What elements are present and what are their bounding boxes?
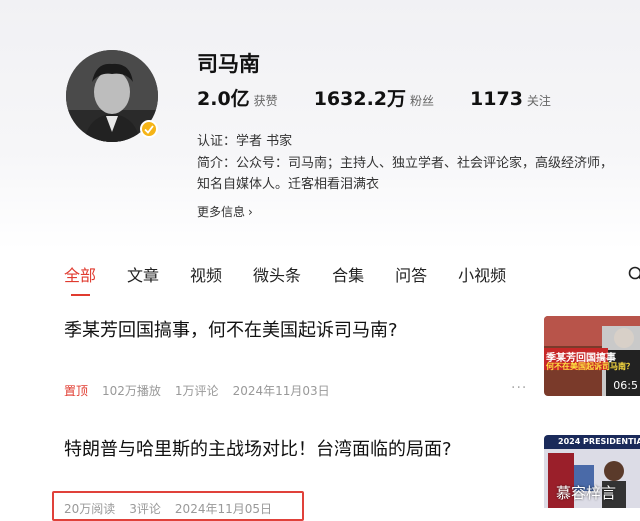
thumbnail-caption-2: 何不在美国起诉司马南？	[546, 361, 634, 372]
bio-line-2: 知名自媒体人。迁客相看泪满衣	[197, 174, 640, 195]
highlight-annotation	[52, 491, 304, 521]
article-views: 102万播放	[102, 382, 161, 399]
profile-stats: 2.0亿 获赞 1632.2万 粉丝 1173 关注	[197, 84, 587, 111]
watermark: 慕容梓言	[556, 482, 616, 503]
article-title[interactable]: 季某芳回国搞事，何不在美国起诉司马南?	[64, 316, 534, 342]
stat-likes-num: 2.0亿	[197, 84, 250, 111]
stat-fans[interactable]: 1632.2万 粉丝	[314, 84, 434, 111]
stat-likes-label: 获赞	[254, 92, 278, 109]
article-meta: 置顶 102万播放 1万评论 2024年11月03日	[64, 382, 344, 399]
more-options-icon[interactable]: ···	[511, 380, 527, 396]
thumbnail-caption: 2024 PRESIDENTIAL EL	[558, 437, 640, 446]
stat-following[interactable]: 1173 关注	[470, 88, 551, 110]
tab-short-videos[interactable]: 小视频	[458, 264, 506, 288]
more-info-label: 更多信息	[197, 205, 245, 219]
article-item[interactable]: 季某芳回国搞事，何不在美国起诉司马南?	[64, 316, 534, 342]
article-title[interactable]: 特朗普与哈里斯的主战场对比！台湾面临的局面?	[64, 435, 534, 461]
avatar-wrap[interactable]	[66, 50, 158, 142]
bio-line-1: 简介：公众号：司马南；主持人、独立学者、社会评论家，高级经济师，	[197, 153, 640, 174]
stat-following-label: 关注	[527, 92, 551, 109]
tab-articles[interactable]: 文章	[127, 264, 159, 288]
stat-fans-num: 1632.2万	[314, 84, 406, 111]
stat-fans-label: 粉丝	[410, 92, 434, 109]
search-icon[interactable]	[628, 266, 640, 282]
tab-microposts[interactable]: 微头条	[253, 264, 301, 288]
content-tabs: 全部 文章 视频 微头条 合集 问答 小视频	[64, 264, 537, 288]
verified-badge-icon	[140, 120, 158, 138]
profile-name: 司马南	[197, 48, 260, 78]
stat-following-num: 1173	[470, 88, 523, 110]
article-item[interactable]: 特朗普与哈里斯的主战场对比！台湾面临的局面?	[64, 435, 534, 461]
article-comments[interactable]: 1万评论	[175, 382, 219, 399]
video-thumbnail[interactable]: 季某芳回国搞事 何不在美国起诉司马南？ 06:5	[544, 316, 640, 396]
video-duration: 06:5	[613, 379, 638, 392]
certification: 认证：学者 书家	[197, 130, 292, 149]
tab-qa[interactable]: 问答	[395, 264, 427, 288]
more-info-link[interactable]: 更多信息›	[197, 203, 253, 220]
pinned-badge: 置顶	[64, 382, 88, 399]
article-date: 2024年11月03日	[233, 382, 330, 399]
tab-all[interactable]: 全部	[64, 264, 96, 288]
tab-collections[interactable]: 合集	[332, 264, 364, 288]
stat-likes: 2.0亿 获赞	[197, 84, 278, 111]
bio: 简介：公众号：司马南；主持人、独立学者、社会评论家，高级经济师， 知名自媒体人。…	[197, 153, 640, 195]
chevron-right-icon: ›	[248, 205, 253, 219]
tab-videos[interactable]: 视频	[190, 264, 222, 288]
